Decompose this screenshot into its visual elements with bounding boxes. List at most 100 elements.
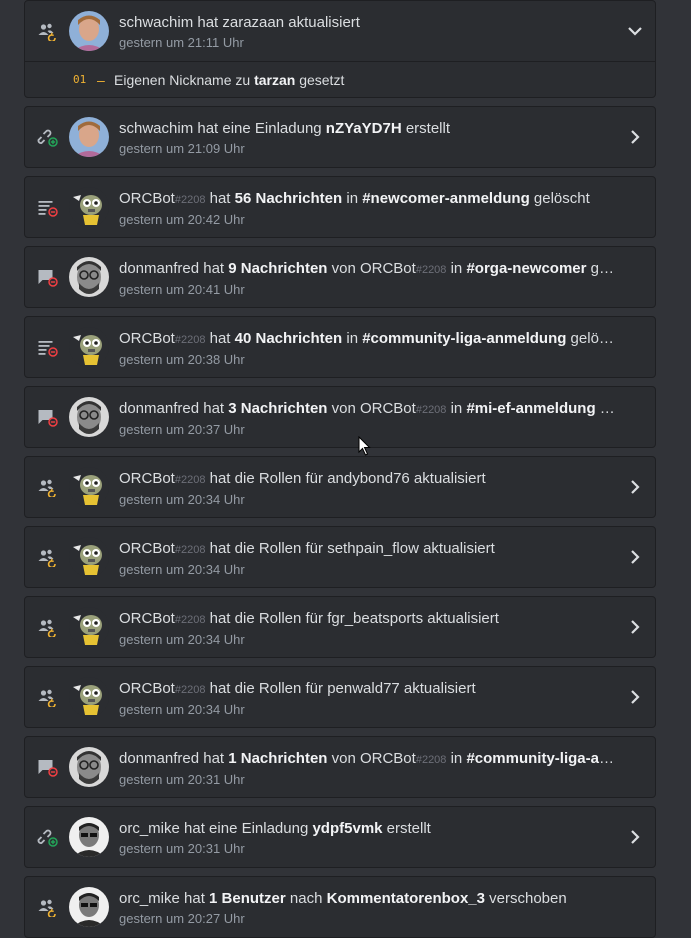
audit-log-entry-header[interactable]: orc_mike hat eine Einladung ydpf5vmk ers… <box>25 807 655 867</box>
entry-text-part: hat <box>199 400 229 417</box>
avatar[interactable] <box>69 117 109 157</box>
audit-log-entry-header[interactable]: donmanfred hat 3 Nachrichten von ORCBot#… <box>25 387 655 447</box>
avatar[interactable] <box>69 537 109 577</box>
entry-timestamp: gestern um 20:31 Uhr <box>119 841 245 856</box>
audit-log-entry[interactable]: orc_mike hat 1 Benutzer nach Kommentator… <box>24 876 656 938</box>
audit-log-entry[interactable]: ORCBot#2208 hat 40 Nachrichten in #commu… <box>24 316 656 378</box>
username[interactable]: orc_mike <box>119 890 180 907</box>
entry-text: ORCBot#2208 hat die Rollen für fgr_beats… <box>119 609 615 648</box>
entry-text: ORCBot#2208 hat 40 Nachrichten in #commu… <box>119 329 615 368</box>
avatar[interactable] <box>69 817 109 857</box>
entry-text: orc_mike hat eine Einladung ydpf5vmk ers… <box>119 819 615 857</box>
audit-log-entry-header[interactable]: ORCBot#2208 hat die Rollen für sethpain_… <box>25 527 655 587</box>
audit-log-entry-header[interactable]: ORCBot#2208 hat die Rollen für andybond7… <box>25 457 655 517</box>
audit-log-entry-header[interactable]: donmanfred hat 1 Nachrichten von ORCBot#… <box>25 737 655 797</box>
entry-highlight: ydpf5vmk <box>312 820 383 837</box>
username[interactable]: donmanfred <box>119 750 199 767</box>
entry-summary: ORCBot#2208 hat 40 Nachrichten in #commu… <box>119 329 615 350</box>
username[interactable]: schwachim <box>119 120 193 137</box>
username[interactable]: ORCBot <box>119 680 175 697</box>
audit-log-entry-header[interactable]: ORCBot#2208 hat die Rollen für fgr_beats… <box>25 597 655 657</box>
entry-highlight: Kommentatorenbox_3 <box>326 890 485 907</box>
entry-text-part: von ORCBot <box>327 260 416 277</box>
entry-text-part: hat die Rollen für fgr_beatsports aktual… <box>205 610 499 627</box>
entry-text-part: gelöscht <box>529 190 590 207</box>
audit-log-entry-header[interactable]: schwachim hat eine Einladung nZYaYD7H er… <box>25 107 655 167</box>
audit-log-entry[interactable]: ORCBot#2208 hat die Rollen für sethpain_… <box>24 526 656 588</box>
avatar[interactable] <box>69 327 109 367</box>
bulk-delete-icon <box>37 337 59 357</box>
entry-summary: donmanfred hat 9 Nachrichten von ORCBot#… <box>119 259 615 280</box>
username[interactable]: donmanfred <box>119 260 199 277</box>
discriminator: #2208 <box>174 474 206 486</box>
entry-timestamp: gestern um 20:41 Uhr <box>119 282 245 297</box>
chevron-right-icon[interactable] <box>615 527 655 587</box>
username[interactable]: schwachim <box>119 14 193 31</box>
audit-log-entry-header[interactable]: ORCBot#2208 hat die Rollen für penwald77… <box>25 667 655 727</box>
audit-log-entry[interactable]: ORCBot#2208 hat die Rollen für penwald77… <box>24 666 656 728</box>
entry-change-detail: 01– Eigenen Nickname zu tarzan gesetzt <box>25 61 655 98</box>
audit-log-entry[interactable]: donmanfred hat 1 Nachrichten von ORCBot#… <box>24 736 656 798</box>
chevron-right-icon[interactable] <box>615 667 655 727</box>
entry-text-part: hat die Rollen für penwald77 aktualisier… <box>205 680 476 697</box>
chevron-down-icon[interactable] <box>615 1 655 61</box>
entry-text-part: hat <box>205 190 235 207</box>
avatar[interactable] <box>69 187 109 227</box>
avatar[interactable] <box>69 11 109 51</box>
entry-text-part: verschoben <box>484 890 567 907</box>
avatar[interactable] <box>69 747 109 787</box>
audit-log-entry[interactable]: donmanfred hat 9 Nachrichten von ORCBot#… <box>24 246 656 308</box>
chevron-right-icon[interactable] <box>615 597 655 657</box>
entry-summary: schwachim hat zarazaan aktualisiert <box>119 13 615 33</box>
avatar[interactable] <box>69 257 109 297</box>
entry-timestamp: gestern um 20:27 Uhr <box>119 911 245 926</box>
audit-log-entry[interactable]: schwachim hat zarazaan aktualisiert geste… <box>24 0 656 98</box>
discriminator: #2208 <box>174 334 206 346</box>
audit-log-entry[interactable]: ORCBot#2208 hat die Rollen für fgr_beats… <box>24 596 656 658</box>
audit-log-entry[interactable]: schwachim hat eine Einladung nZYaYD7H er… <box>24 106 656 168</box>
username[interactable]: ORCBot <box>119 610 175 627</box>
username[interactable]: ORCBot <box>119 190 175 207</box>
entry-highlight: #newcomer-anmeldung <box>362 190 530 207</box>
audit-log-entry-header[interactable]: donmanfred hat 9 Nachrichten von ORCBot#… <box>25 247 655 307</box>
audit-log-entry[interactable]: orc_mike hat eine Einladung ydpf5vmk ers… <box>24 806 656 868</box>
discriminator: #2208 <box>174 684 206 696</box>
entry-timestamp: gestern um 20:42 Uhr <box>119 212 245 227</box>
discriminator: #2208 <box>415 264 447 276</box>
entry-highlight: 1 Nachrichten <box>228 750 328 767</box>
avatar[interactable] <box>69 887 109 927</box>
username[interactable]: ORCBot <box>119 540 175 557</box>
audit-log-entry-header[interactable]: orc_mike hat 1 Benutzer nach Kommentator… <box>25 877 655 937</box>
entry-text-part: hat <box>205 330 235 347</box>
audit-log-entry-header[interactable]: ORCBot#2208 hat 56 Nachrichten in #newco… <box>25 177 655 237</box>
entry-highlight: #community-liga-an… <box>466 750 615 767</box>
member-update-icon <box>37 687 59 709</box>
message-delete-icon <box>37 407 59 427</box>
username[interactable]: donmanfred <box>119 400 199 417</box>
entry-text-part: in <box>446 750 467 767</box>
entry-timestamp: gestern um 20:34 Uhr <box>119 632 245 647</box>
chevron-right-icon[interactable] <box>615 807 655 867</box>
entry-summary: orc_mike hat eine Einladung ydpf5vmk ers… <box>119 819 615 839</box>
entry-text-part: nach <box>285 890 327 907</box>
audit-log-entry-header[interactable]: schwachim hat zarazaan aktualisiert geste… <box>25 1 655 61</box>
invite-create-icon <box>37 127 59 147</box>
username[interactable]: ORCBot <box>119 330 175 347</box>
avatar[interactable] <box>69 467 109 507</box>
avatar[interactable] <box>69 607 109 647</box>
entry-text: donmanfred hat 1 Nachrichten von ORCBot#… <box>119 749 615 788</box>
audit-log-entry[interactable]: ORCBot#2208 hat 56 Nachrichten in #newco… <box>24 176 656 238</box>
avatar[interactable] <box>69 397 109 437</box>
audit-log-entry[interactable]: donmanfred hat 3 Nachrichten von ORCBot#… <box>24 386 656 448</box>
username[interactable]: orc_mike <box>119 820 180 837</box>
audit-log-entry-header[interactable]: ORCBot#2208 hat 40 Nachrichten in #commu… <box>25 317 655 377</box>
avatar[interactable] <box>69 677 109 717</box>
change-value: tarzan <box>254 72 296 88</box>
chevron-right-icon[interactable] <box>615 457 655 517</box>
username[interactable]: ORCBot <box>119 470 175 487</box>
entry-text-part: gelöscht <box>570 330 615 347</box>
chevron-right-icon[interactable] <box>615 107 655 167</box>
audit-log-entry[interactable]: ORCBot#2208 hat die Rollen für andybond7… <box>24 456 656 518</box>
entry-text-part: hat <box>199 750 229 767</box>
entry-text-part: erstellt <box>382 820 431 837</box>
